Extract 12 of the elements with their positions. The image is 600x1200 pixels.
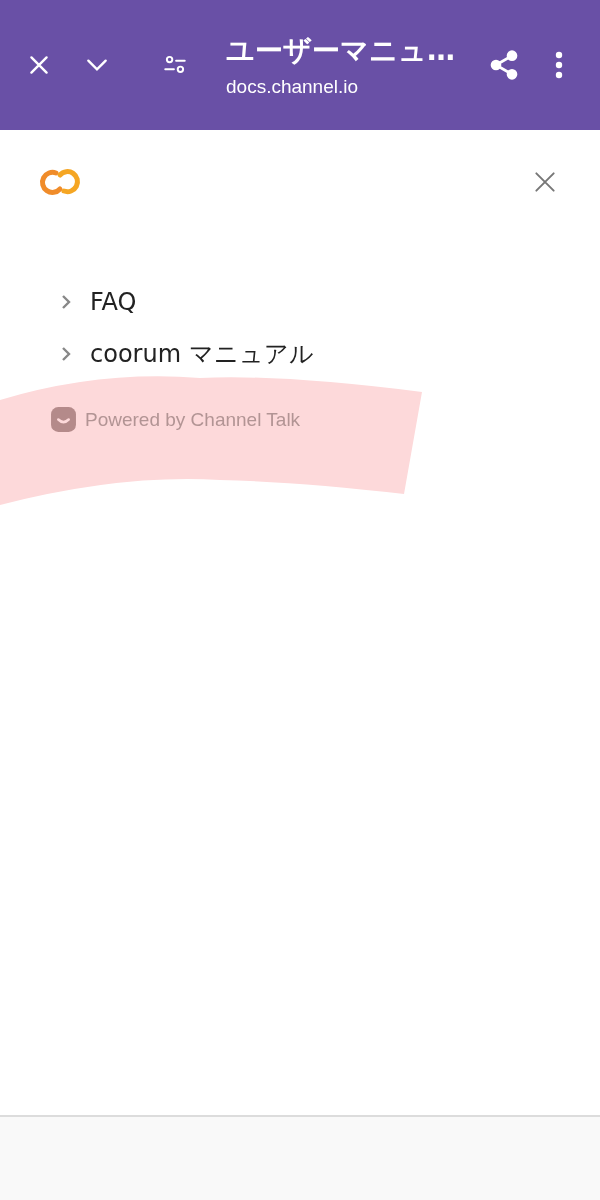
page-title: ユーザーマニュ… <box>226 33 456 69</box>
chevron-icon <box>60 345 72 363</box>
menu-item[interactable]: coorum マニュアル <box>60 338 560 370</box>
close-icon <box>532 169 558 195</box>
powered-by-text: Powered by Channel Talk <box>85 408 301 431</box>
share-icon <box>488 48 520 82</box>
page-url: docs.channel.io <box>226 76 360 98</box>
logo-icon <box>38 167 82 197</box>
menu-item[interactable]: FAQ <box>60 288 560 316</box>
chevron-icon <box>60 293 72 311</box>
more-icon <box>555 51 563 79</box>
chat-logo-icon <box>50 406 77 433</box>
